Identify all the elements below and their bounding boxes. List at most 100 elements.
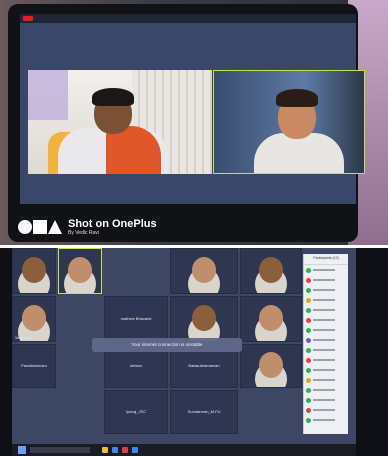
participants-list-item[interactable] bbox=[304, 295, 348, 305]
participant-video bbox=[68, 257, 92, 284]
participant-name-placeholder bbox=[313, 269, 335, 271]
connection-warning-banner: Your internet connection is unstable bbox=[92, 338, 242, 352]
watermark-brand: Shot on OnePlus bbox=[68, 218, 157, 230]
participant-video bbox=[259, 305, 283, 332]
avatar bbox=[306, 347, 311, 353]
avatar bbox=[306, 407, 311, 413]
gallery-tile[interactable]: Pandashenam bbox=[12, 344, 56, 388]
participant-video bbox=[192, 305, 216, 332]
gallery-tile[interactable] bbox=[240, 248, 302, 294]
gallery-tile[interactable]: mathew Bhavanti bbox=[104, 296, 168, 342]
participant-name-placeholder bbox=[313, 329, 335, 331]
participants-list-item[interactable] bbox=[304, 285, 348, 295]
participants-list-item[interactable] bbox=[304, 315, 348, 325]
avatar bbox=[306, 397, 311, 403]
avatar bbox=[306, 387, 311, 393]
participants-list-item[interactable] bbox=[304, 415, 348, 425]
participants-list-item[interactable] bbox=[304, 365, 348, 375]
meeting-gallery-screen: Vedic Ravi mathew Bhavanti Pandashenam seri… bbox=[12, 248, 356, 444]
participant-name-placeholder bbox=[313, 379, 335, 381]
background-cloth bbox=[28, 70, 68, 120]
gallery-tile[interactable] bbox=[12, 248, 56, 294]
oneplus-camera-logo-icon bbox=[18, 220, 62, 234]
laptop-bezel: Shot on OnePlus By Vedic Ravi bbox=[8, 4, 365, 242]
avatar bbox=[306, 287, 311, 293]
participants-list-item[interactable] bbox=[304, 265, 348, 275]
gallery-tile[interactable] bbox=[240, 296, 302, 342]
participant-hair bbox=[276, 89, 318, 107]
participant-video bbox=[259, 257, 283, 284]
participant-name-placeholder bbox=[313, 319, 335, 321]
participant-name-placeholder bbox=[313, 389, 335, 391]
app-icon[interactable] bbox=[122, 447, 128, 453]
gallery-tile[interactable] bbox=[170, 248, 238, 294]
participant-video bbox=[259, 352, 283, 379]
participant-video bbox=[22, 305, 46, 332]
participant-display-name: Sundarrean_M.FU bbox=[187, 409, 221, 415]
participants-list-item[interactable] bbox=[304, 405, 348, 415]
participant-body bbox=[254, 133, 344, 173]
avatar bbox=[306, 267, 311, 273]
camera-watermark: Shot on OnePlus By Vedic Ravi bbox=[18, 218, 157, 236]
avatar bbox=[306, 417, 311, 423]
gallery-tile[interactable] bbox=[240, 344, 302, 388]
participant-name-placeholder bbox=[313, 359, 335, 361]
avatar bbox=[306, 357, 311, 363]
avatar bbox=[306, 377, 311, 383]
participant-video bbox=[192, 257, 216, 284]
avatar bbox=[306, 367, 311, 373]
avatar bbox=[306, 327, 311, 333]
gallery-tile[interactable]: Iyovaj_JSC bbox=[104, 390, 168, 434]
gallery-tile[interactable]: Sundarrean_M.FU bbox=[170, 390, 238, 434]
participant-display-name: mathew Bhavanti bbox=[120, 316, 152, 322]
participants-list-item[interactable] bbox=[304, 375, 348, 385]
meeting-screen bbox=[20, 14, 365, 204]
participant-name-placeholder bbox=[313, 299, 335, 301]
participants-panel[interactable]: Participants (12) bbox=[303, 254, 348, 434]
participant-display-name: Pandashenam bbox=[21, 363, 47, 369]
start-icon[interactable] bbox=[18, 446, 26, 454]
participant-name-placeholder bbox=[313, 409, 335, 411]
watermark-byline: By Vedic Ravi bbox=[68, 230, 99, 236]
participants-list bbox=[304, 265, 348, 425]
gallery-tile[interactable] bbox=[58, 248, 102, 294]
avatar bbox=[306, 297, 311, 303]
avatar bbox=[306, 307, 311, 313]
participants-list-item[interactable] bbox=[304, 305, 348, 315]
participant-display-name: Balasubramanian bbox=[188, 363, 220, 369]
participant-name-placeholder bbox=[313, 369, 335, 371]
gallery-tile[interactable] bbox=[170, 296, 238, 342]
folder-icon[interactable] bbox=[102, 447, 108, 453]
meeting-app-icon[interactable] bbox=[132, 447, 138, 453]
gallery-tile[interactable]: Vedic Ravi bbox=[12, 296, 56, 342]
participant-name-placeholder bbox=[313, 399, 335, 401]
watermark-text: Shot on OnePlus By Vedic Ravi bbox=[68, 218, 157, 236]
participants-list-item[interactable] bbox=[304, 345, 348, 355]
recording-indicator bbox=[23, 16, 33, 21]
video-tile-participant-right-active[interactable] bbox=[213, 70, 365, 174]
browser-icon[interactable] bbox=[112, 447, 118, 453]
participants-list-item[interactable] bbox=[304, 275, 348, 285]
participant-name-placeholder bbox=[313, 339, 335, 341]
participants-list-item[interactable] bbox=[304, 335, 348, 345]
avatar bbox=[306, 277, 311, 283]
participant-name-placeholder bbox=[313, 349, 335, 351]
participant-display-name: Iyovaj_JSC bbox=[125, 409, 147, 415]
participants-list-item[interactable] bbox=[304, 395, 348, 405]
meeting-top-bar bbox=[20, 14, 356, 23]
participant-name-placeholder bbox=[313, 309, 335, 311]
photo-laptop-two-participants: Shot on OnePlus By Vedic Ravi bbox=[0, 0, 388, 245]
participant-video bbox=[22, 257, 46, 284]
participant-name-placeholder bbox=[313, 279, 335, 281]
participant-name-placeholder bbox=[313, 289, 335, 291]
video-tile-participant-left[interactable] bbox=[28, 70, 212, 174]
participants-panel-title: Participants (12) bbox=[304, 254, 348, 265]
photo-laptop-gallery-view: Vedic Ravi mathew Bhavanti Pandashenam seri… bbox=[0, 248, 388, 456]
taskbar bbox=[12, 444, 356, 456]
participants-list-item[interactable] bbox=[304, 385, 348, 395]
participants-list-item[interactable] bbox=[304, 355, 348, 365]
participant-hair bbox=[92, 88, 134, 106]
participants-list-item[interactable] bbox=[304, 325, 348, 335]
participant-name-label: Vedic Ravi bbox=[15, 336, 32, 340]
taskbar-search[interactable] bbox=[30, 447, 90, 453]
